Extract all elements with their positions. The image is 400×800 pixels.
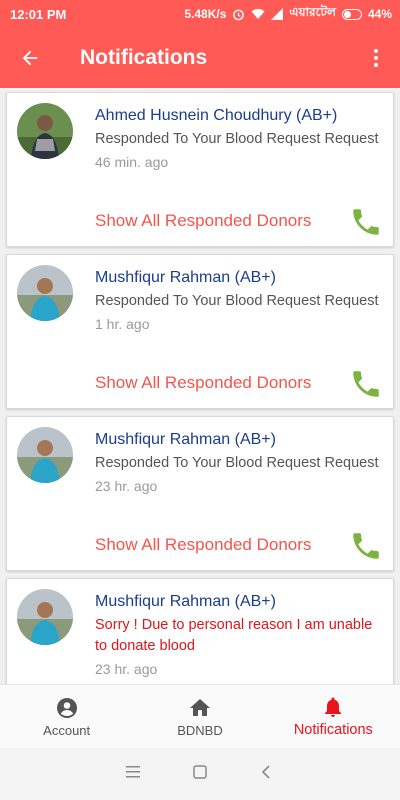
notification-card[interactable]: Ahmed Husnein Choudhury (AB+) Responded … bbox=[6, 92, 394, 247]
avatar[interactable] bbox=[17, 589, 73, 645]
square-icon bbox=[193, 764, 207, 779]
nav-bdnbd[interactable]: BDNBD bbox=[133, 685, 266, 748]
nav-bdnbd-label: BDNBD bbox=[177, 722, 223, 738]
avatar[interactable] bbox=[17, 427, 73, 483]
card-body: Mushfiqur Rahman (AB+) Responded To Your… bbox=[95, 429, 385, 496]
more-options-button[interactable] bbox=[352, 28, 400, 88]
notification-card[interactable]: Mushfiqur Rahman (AB+) Responded To Your… bbox=[6, 254, 394, 409]
notification-message: Responded To Your Blood Request Request bbox=[95, 131, 379, 147]
notification-time: 23 hr. ago bbox=[95, 661, 158, 677]
avatar[interactable] bbox=[17, 103, 73, 159]
status-left: 12:01 PM bbox=[10, 7, 66, 22]
notification-message: Responded To Your Blood Request Request bbox=[95, 455, 379, 471]
back-button[interactable] bbox=[0, 28, 60, 88]
app-bar: Notifications bbox=[0, 28, 400, 88]
status-bar: 12:01 PM 5.48K/s এয়ারটেল 44% bbox=[0, 0, 400, 28]
bell-icon bbox=[325, 697, 342, 717]
network-speed: 5.48K/s bbox=[184, 7, 227, 21]
notification-time: 46 min. ago bbox=[95, 154, 169, 170]
page-title: Notifications bbox=[80, 46, 208, 69]
arrow-left-icon bbox=[22, 50, 38, 66]
nav-notifications[interactable]: Notifications bbox=[267, 685, 400, 748]
menu-icon bbox=[126, 765, 140, 777]
notification-message: Sorry ! Due to personal reason I am unab… bbox=[95, 617, 373, 654]
show-all-responded-donors-link[interactable]: Show All Responded Donors bbox=[95, 373, 311, 393]
donor-name[interactable]: Ahmed Husnein Choudhury (AB+) bbox=[95, 105, 385, 127]
battery-icon bbox=[341, 8, 362, 20]
more-vertical-icon bbox=[374, 49, 378, 67]
home-icon bbox=[189, 698, 210, 716]
signal-icon bbox=[271, 8, 284, 20]
phone-icon bbox=[353, 209, 379, 235]
notification-list[interactable]: Ahmed Husnein Choudhury (AB+) Responded … bbox=[0, 88, 400, 684]
notification-message: Responded To Your Blood Request Request bbox=[95, 293, 379, 309]
avatar[interactable] bbox=[17, 265, 73, 321]
status-right: 5.48K/s এয়ারটেল 44% bbox=[184, 4, 392, 24]
carrier-name: এয়ারটেল bbox=[289, 5, 336, 19]
nav-notifications-label: Notifications bbox=[293, 722, 373, 738]
donor-name[interactable]: Mushfiqur Rahman (AB+) bbox=[95, 429, 385, 451]
card-body: Mushfiqur Rahman (AB+) Responded To Your… bbox=[95, 267, 385, 334]
recent-apps-button[interactable] bbox=[126, 765, 142, 784]
account-circle-icon bbox=[56, 697, 77, 718]
alarm-icon bbox=[232, 8, 245, 21]
nav-account-label: Account bbox=[43, 722, 91, 738]
call-button[interactable] bbox=[349, 367, 383, 401]
card-body: Ahmed Husnein Choudhury (AB+) Responded … bbox=[95, 105, 385, 172]
donor-name[interactable]: Mushfiqur Rahman (AB+) bbox=[95, 267, 385, 289]
notification-card[interactable]: Mushfiqur Rahman (AB+) Sorry ! Due to pe… bbox=[6, 578, 394, 684]
system-navigation-bar bbox=[0, 748, 400, 800]
notification-card[interactable]: Mushfiqur Rahman (AB+) Responded To Your… bbox=[6, 416, 394, 571]
card-body: Mushfiqur Rahman (AB+) Sorry ! Due to pe… bbox=[95, 591, 385, 679]
system-back-button[interactable] bbox=[258, 764, 274, 785]
show-all-responded-donors-link[interactable]: Show All Responded Donors bbox=[95, 211, 311, 231]
notification-time: 1 hr. ago bbox=[95, 316, 150, 332]
wifi-icon bbox=[251, 8, 265, 20]
call-button[interactable] bbox=[349, 205, 383, 239]
call-button[interactable] bbox=[349, 529, 383, 563]
status-time: 12:01 PM bbox=[10, 6, 67, 22]
notification-time: 23 hr. ago bbox=[95, 478, 158, 494]
bottom-navigation: Account BDNBD Notifications bbox=[0, 684, 400, 748]
nav-account[interactable]: Account bbox=[0, 685, 133, 748]
home-button[interactable] bbox=[192, 764, 208, 785]
phone-icon bbox=[353, 371, 379, 397]
show-all-responded-donors-link[interactable]: Show All Responded Donors bbox=[95, 535, 311, 555]
battery-level: 44% bbox=[367, 7, 392, 21]
chevron-left-icon bbox=[261, 764, 270, 779]
donor-name[interactable]: Mushfiqur Rahman (AB+) bbox=[95, 591, 385, 613]
phone-icon bbox=[353, 533, 379, 559]
